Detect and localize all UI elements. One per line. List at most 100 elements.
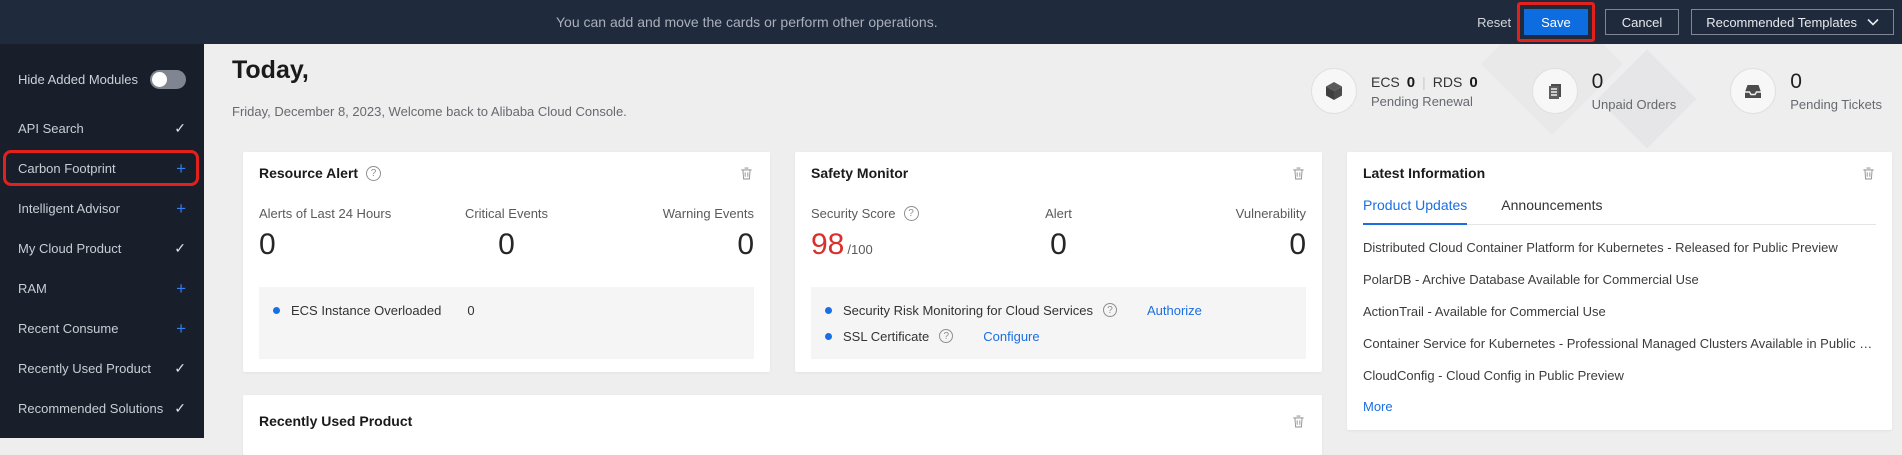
sidebar-item-api-search[interactable]: API Search ✓ <box>0 108 204 148</box>
delete-card-icon[interactable] <box>1291 166 1306 181</box>
unpaid-orders-label: Unpaid Orders <box>1591 97 1677 112</box>
modules-sidebar: Hide Added Modules API Search ✓ Carbon F… <box>0 44 204 438</box>
help-icon[interactable]: ? <box>939 329 954 343</box>
news-item[interactable]: Distributed Cloud Container Platform for… <box>1363 232 1876 264</box>
delete-card-icon[interactable] <box>739 166 754 181</box>
rds-label: RDS <box>1432 73 1463 90</box>
safety-monitor-detail-panel: Security Risk Monitoring for Cloud Servi… <box>811 287 1306 359</box>
authorize-link[interactable]: Authorize <box>1147 303 1202 318</box>
plus-icon[interactable]: + <box>176 160 186 177</box>
delete-card-icon[interactable] <box>1861 166 1876 181</box>
ecs-label: ECS <box>1370 73 1400 90</box>
sidebar-item-label: Intelligent Advisor <box>18 200 120 216</box>
configure-link[interactable]: Configure <box>983 329 1039 344</box>
sidebar-item-carbon-footprint[interactable]: Carbon Footprint + <box>0 148 204 188</box>
documents-icon <box>1531 68 1578 114</box>
dashboard-main: Today, Friday, December 8, 2023, Welcome… <box>204 0 1902 455</box>
reset-button[interactable]: Reset <box>1477 15 1511 30</box>
pending-tickets-label: Pending Tickets <box>1790 97 1882 112</box>
cube-icon <box>1310 68 1357 114</box>
news-item[interactable]: Container Service for Kubernetes - Profe… <box>1363 328 1876 360</box>
help-icon[interactable]: ? <box>366 165 382 181</box>
sidebar-item-recent-consume[interactable]: Recent Consume + <box>0 308 204 348</box>
top-bar: You can add and move the cards or perfor… <box>0 0 1902 44</box>
pending-renewal-stat[interactable]: ECS 0 | RDS 0 Pending Renewal <box>1310 68 1478 114</box>
more-link[interactable]: More <box>1363 392 1393 422</box>
plus-icon[interactable]: + <box>176 320 186 337</box>
security-item-label: SSL Certificate <box>843 328 930 344</box>
metric-label: Alert <box>1045 206 1072 221</box>
pending-tickets-stat[interactable]: 0 Pending Tickets <box>1730 68 1882 114</box>
metric-label: Warning Events <box>662 206 754 221</box>
tab-product-updates[interactable]: Product Updates <box>1363 197 1468 225</box>
save-annotation-box: Save <box>1517 2 1595 42</box>
sidebar-item-label: My Cloud Product <box>18 240 122 256</box>
hide-added-modules-row: Hide Added Modules <box>0 44 204 108</box>
news-item[interactable]: PolarDB - Archive Database Available for… <box>1363 264 1876 296</box>
security-score-suffix: /100 <box>847 242 873 257</box>
check-icon[interactable]: ✓ <box>174 240 186 257</box>
sidebar-item-recommended-solutions[interactable]: Recommended Solutions ✓ <box>0 388 204 428</box>
plus-icon[interactable]: + <box>176 280 186 297</box>
sidebar-item-label: Recommended Solutions <box>18 400 164 416</box>
topbar-message: You can add and move the cards or perfor… <box>556 14 938 30</box>
sidebar-item-label: Recently Used Product <box>18 360 151 376</box>
page-title: Today, <box>232 56 309 84</box>
hide-added-modules-label: Hide Added Modules <box>18 71 138 87</box>
list-item: Security Risk Monitoring for Cloud Servi… <box>825 297 1292 323</box>
sidebar-item-label: API Search <box>18 120 84 136</box>
card-title: Recently Used Product <box>259 413 413 429</box>
chevron-down-icon <box>1867 18 1879 26</box>
metric-value: 0 <box>737 228 754 261</box>
tab-announcements[interactable]: Announcements <box>1501 197 1602 225</box>
metric-value: 0 <box>498 228 515 261</box>
security-score-value: 98 <box>811 228 845 261</box>
sidebar-item-ram[interactable]: RAM + <box>0 268 204 308</box>
list-item[interactable]: ECS Instance Overloaded 0 <box>273 297 740 323</box>
news-item[interactable]: ActionTrail - Available for Commercial U… <box>1363 296 1876 328</box>
sidebar-item-my-cloud-product[interactable]: My Cloud Product ✓ <box>0 228 204 268</box>
toggle-knob <box>152 71 167 87</box>
metric-label: Alerts of Last 24 Hours <box>259 206 392 221</box>
account-stats: ECS 0 | RDS 0 Pending Renewal 0 Unpaid O… <box>1310 68 1882 114</box>
sidebar-item-intelligent-advisor[interactable]: Intelligent Advisor + <box>0 188 204 228</box>
list-item: SSL Certificate ? Configure <box>825 323 1292 349</box>
latest-information-card: Latest Information Product Updates Annou… <box>1347 152 1892 430</box>
sidebar-item-label: Carbon Footprint <box>18 160 116 176</box>
card-title: Resource Alert <box>259 165 359 181</box>
divider: | <box>1422 73 1426 90</box>
metric-value: 0 <box>1289 228 1306 261</box>
check-icon[interactable]: ✓ <box>174 400 186 417</box>
metric-label: Critical Events <box>464 206 549 221</box>
hide-added-modules-toggle[interactable] <box>150 69 186 89</box>
check-icon[interactable]: ✓ <box>174 360 186 377</box>
bullet-icon <box>273 306 280 314</box>
alert-type-count: 0 <box>467 302 475 318</box>
news-item[interactable]: CloudConfig - Cloud Config in Public Pre… <box>1363 360 1876 392</box>
help-icon[interactable]: ? <box>1102 303 1117 317</box>
plus-icon[interactable]: + <box>176 200 186 217</box>
check-icon[interactable]: ✓ <box>174 120 186 137</box>
help-icon[interactable]: ? <box>903 206 919 221</box>
rds-count: 0 <box>1469 73 1478 91</box>
metric-label: Vulnerability <box>1235 206 1306 221</box>
recommended-templates-label: Recommended Templates <box>1706 14 1857 30</box>
sidebar-item-label: Recent Consume <box>18 320 119 336</box>
metric-label: Security Score <box>811 206 896 221</box>
delete-card-icon[interactable] <box>1291 414 1306 429</box>
recommended-templates-button[interactable]: Recommended Templates <box>1691 9 1894 35</box>
cancel-button[interactable]: Cancel <box>1604 9 1680 35</box>
save-button[interactable]: Save <box>1524 9 1588 35</box>
ecs-count: 0 <box>1406 73 1416 91</box>
inbox-icon <box>1730 68 1777 114</box>
sidebar-item-recently-used-product[interactable]: Recently Used Product ✓ <box>0 348 204 388</box>
recently-used-product-card: Recently Used Product <box>243 395 1322 455</box>
safety-monitor-card: Safety Monitor Security Score ? 98/100 A <box>795 152 1322 372</box>
resource-alert-detail-panel: ECS Instance Overloaded 0 <box>259 287 754 359</box>
latest-information-tabs: Product Updates Announcements <box>1363 197 1876 225</box>
alert-type-label: ECS Instance Overloaded <box>291 302 442 318</box>
unpaid-orders-stat[interactable]: 0 Unpaid Orders <box>1531 68 1677 114</box>
news-list: Distributed Cloud Container Platform for… <box>1347 225 1892 392</box>
card-title: Latest Information <box>1363 165 1486 181</box>
bullet-icon <box>825 306 832 314</box>
